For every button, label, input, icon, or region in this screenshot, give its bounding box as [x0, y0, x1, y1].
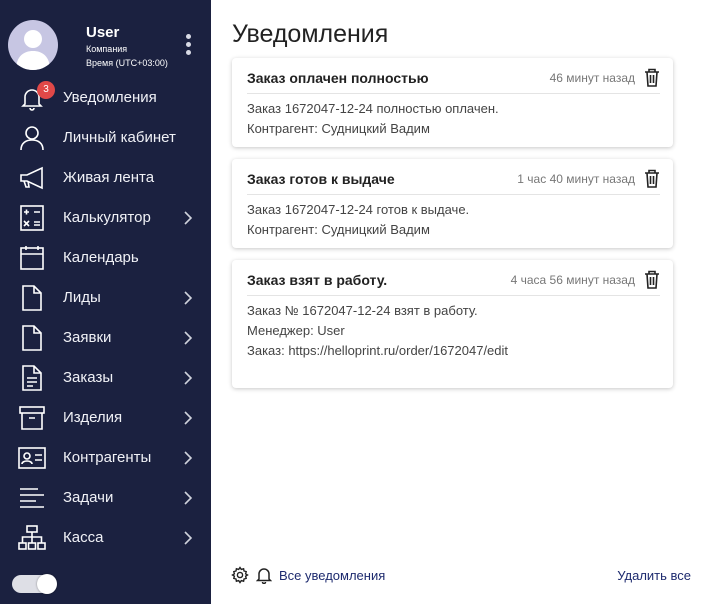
- notification-line: Заказ 1672047-12-24 полностью оплачен.: [247, 101, 499, 116]
- chevron-right-icon: [182, 451, 194, 465]
- hierarchy-icon: [18, 525, 46, 551]
- sidebar-item-orders[interactable]: Заказы: [0, 358, 211, 398]
- notification-card: Заказ взят в работу. 4 часа 56 минут наз…: [232, 260, 673, 388]
- lines-icon: [18, 485, 46, 511]
- sidebar-item-label: Заявки: [63, 329, 112, 346]
- chevron-right-icon: [182, 331, 194, 345]
- file-icon: [18, 285, 46, 311]
- notification-time: 1 час 40 минут назад: [517, 172, 635, 186]
- user-timezone: Время (UTC+03:00): [86, 58, 168, 68]
- trash-icon[interactable]: [644, 68, 660, 87]
- sidebar-item-requests[interactable]: Заявки: [0, 318, 211, 358]
- notification-title: Заказ готов к выдаче: [247, 171, 395, 187]
- divider: [247, 295, 660, 296]
- sidebar-item-label: Заказы: [63, 369, 114, 386]
- notification-line: Заказ: https://helloprint.ru/order/16720…: [247, 343, 509, 358]
- notification-title: Заказ взят в работу.: [247, 272, 388, 288]
- avatar[interactable]: [8, 20, 58, 70]
- chevron-right-icon: [182, 371, 194, 385]
- sidebar-item-calculator[interactable]: Калькулятор: [0, 198, 211, 238]
- notification-line: Менеджер: User: [247, 323, 345, 338]
- notification-line: Заказ 1672047-12-24 готов к выдаче.: [247, 202, 470, 217]
- notification-body: Заказ 1672047-12-24 готов к выдаче. Конт…: [247, 200, 469, 240]
- file-icon: [18, 325, 46, 351]
- user-icon: [18, 125, 46, 151]
- chevron-right-icon: [182, 411, 194, 425]
- divider: [247, 194, 660, 195]
- trash-icon[interactable]: [644, 270, 660, 289]
- sidebar-item-label: Изделия: [63, 409, 123, 426]
- toggle-knob: [37, 574, 57, 594]
- sidebar: User Компания Время (UTC+03:00) 3 Уведом…: [0, 0, 211, 604]
- file-text-icon: [18, 365, 46, 391]
- calendar-icon: [18, 245, 46, 271]
- notification-line: Заказ № 1672047-12-24 взят в работу.: [247, 303, 478, 318]
- archive-icon: [18, 405, 46, 431]
- sidebar-item-live-feed[interactable]: Живая лента: [0, 158, 211, 198]
- notification-count-badge: 3: [37, 81, 55, 99]
- notification-body: Заказ 1672047-12-24 полностью оплачен. К…: [247, 99, 499, 139]
- sidebar-item-label: Уведомления: [63, 89, 157, 106]
- sidebar-item-products[interactable]: Изделия: [0, 398, 211, 438]
- chevron-right-icon: [182, 531, 194, 545]
- notification-line: Контрагент: Судницкий Вадим: [247, 222, 430, 237]
- sidebar-item-calendar[interactable]: Календарь: [0, 238, 211, 278]
- sidebar-item-label: Живая лента: [63, 169, 155, 186]
- notification-card: Заказ оплачен полностью 46 минут назад З…: [232, 58, 673, 147]
- chevron-right-icon: [182, 211, 194, 225]
- user-company: Компания: [86, 44, 128, 54]
- user-profile: User Компания Время (UTC+03:00): [0, 0, 211, 80]
- sidebar-item-label: Контрагенты: [63, 449, 152, 466]
- divider: [247, 93, 660, 94]
- notification-title: Заказ оплачен полностью: [247, 70, 429, 86]
- sidebar-item-tasks[interactable]: Задачи: [0, 478, 211, 518]
- chevron-right-icon: [182, 491, 194, 505]
- sidebar-item-label: Задачи: [63, 489, 114, 506]
- sidebar-item-cashbox[interactable]: Касса: [0, 518, 211, 558]
- theme-toggle[interactable]: [12, 574, 57, 594]
- sidebar-item-contractors[interactable]: Контрагенты: [0, 438, 211, 478]
- sidebar-item-notifications[interactable]: 3 Уведомления: [0, 78, 211, 118]
- more-menu-icon[interactable]: [182, 34, 194, 60]
- notification-body: Заказ № 1672047-12-24 взят в работу. Мен…: [247, 301, 508, 361]
- sidebar-item-label: Календарь: [63, 249, 139, 266]
- trash-icon[interactable]: [644, 169, 660, 188]
- page-title: Уведомления: [232, 20, 389, 48]
- all-notifications-link[interactable]: Все уведомления: [279, 568, 385, 583]
- sidebar-item-label: Лиды: [63, 289, 101, 306]
- megaphone-icon: [18, 165, 46, 191]
- delete-all-link[interactable]: Удалить все: [617, 568, 691, 583]
- notification-time: 46 минут назад: [549, 71, 635, 85]
- notification-time: 4 часа 56 минут назад: [510, 273, 635, 287]
- user-name: User: [86, 24, 120, 41]
- sidebar-item-label: Личный кабинет: [63, 129, 176, 146]
- sidebar-item-leads[interactable]: Лиды: [0, 278, 211, 318]
- avatar-placeholder-icon: [16, 30, 50, 70]
- sidebar-item-label: Калькулятор: [63, 209, 151, 226]
- notification-card: Заказ готов к выдаче 1 час 40 минут наза…: [232, 159, 673, 248]
- sidebar-nav: 3 Уведомления Личный кабинет Живая лента: [0, 78, 211, 558]
- id-card-icon: [18, 445, 46, 471]
- sidebar-item-profile[interactable]: Личный кабинет: [0, 118, 211, 158]
- calculator-icon: [18, 205, 46, 231]
- notifications-panel: Уведомления Заказ оплачен полностью 46 м…: [211, 0, 711, 604]
- sidebar-item-label: Касса: [63, 529, 104, 546]
- chevron-right-icon: [182, 291, 194, 305]
- notification-line: Контрагент: Судницкий Вадим: [247, 121, 430, 136]
- bell-icon[interactable]: [255, 566, 273, 585]
- settings-gear-icon[interactable]: [231, 566, 249, 584]
